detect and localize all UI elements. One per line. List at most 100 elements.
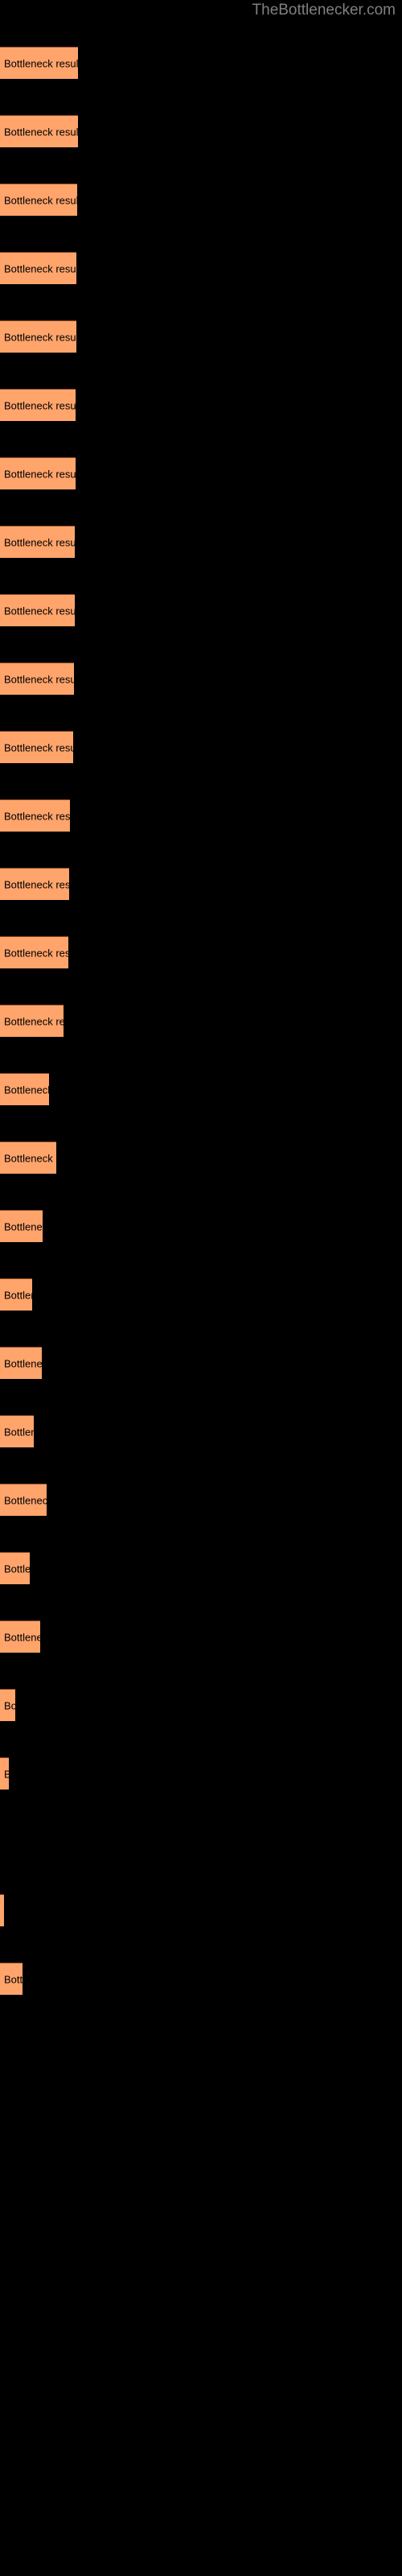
bar-25: Bottleneck result [0, 1689, 15, 1721]
bar-label: Bottleneck result [4, 1631, 40, 1644]
bar-label-clip: Bottleneck result [0, 184, 77, 217]
bar-row: Bottleneck result [0, 1415, 34, 1447]
bar-row: Bottleneck result [0, 936, 68, 968]
bar-label-clip: Bottleneck result [0, 1074, 49, 1106]
bar-row: Bottleneck result [0, 115, 78, 147]
bar-14: Bottleneck result [0, 936, 68, 968]
bar-label-clip: Bottleneck result [0, 253, 76, 285]
bar-3: Bottleneck result [0, 184, 77, 216]
bar-label-clip: Bottleneck result [0, 1279, 32, 1311]
bar-label: Bottleneck result [4, 57, 78, 70]
bar-label-clip: Bottleneck result [0, 1484, 47, 1517]
bar-1: Bottleneck result [0, 47, 78, 79]
bar-label-clip: Bottleneck result [0, 800, 70, 832]
bar-label-clip: Bottleneck result [0, 595, 75, 627]
bar-label: Bottleneck result [4, 1084, 49, 1096]
bar-label: Bottleneck result [4, 399, 76, 412]
bar-label: Bottleneck result [4, 1973, 23, 1986]
bar-10: Bottleneck result [0, 663, 74, 695]
bar-13: Bottleneck result [0, 868, 69, 900]
bar-label-clip: Bottleneck result [0, 1621, 40, 1653]
bar-label: Bottleneck result [4, 331, 76, 344]
bar-label-clip: Bottleneck result [0, 663, 74, 696]
bar-row: Bottleneck result [0, 868, 69, 900]
bar-label: Bottleneck result [4, 1357, 42, 1370]
bar-label-clip: Bottleneck result [0, 458, 76, 490]
bar-20: Bottleneck result [0, 1347, 42, 1379]
bar-16: Bottleneck result [0, 1073, 49, 1105]
bar-label: Bottleneck result [4, 194, 77, 207]
bar-label: Bottleneck result [4, 126, 78, 138]
bar-11: Bottleneck result [0, 731, 73, 763]
bar-28: Bottleneck result [0, 1894, 4, 1926]
bar-label: Bottleneck result [4, 810, 70, 823]
bar-row: Bottleneck result [0, 252, 76, 284]
bar-label: Bottleneck result [4, 1768, 9, 1781]
bottleneck-bar-chart: Bottleneck result Bottleneck result Bottle… [0, 0, 402, 2576]
bar-24: Bottleneck result [0, 1620, 40, 1653]
bar-label-clip: Bottleneck result [0, 1142, 56, 1174]
bar-row: Bottleneck result [0, 526, 75, 558]
bar-row: Bottleneck result [0, 1210, 43, 1242]
bar-row: Bottleneck result [0, 1894, 4, 1926]
bar-label: Bottleneck result [4, 468, 76, 481]
bar-22: Bottleneck result [0, 1484, 47, 1516]
bar-26: Bottleneck result [0, 1757, 9, 1790]
bar-row: Bottleneck result [0, 663, 74, 695]
bar-row: Bottleneck result [0, 47, 78, 79]
bar-label: Bottleneck result [4, 1015, 64, 1028]
bar-label-clip: Bottleneck result [0, 937, 68, 969]
bar-row: Bottleneck result [0, 457, 76, 489]
bar-label-clip: Bottleneck result [0, 869, 69, 901]
bar-12: Bottleneck result [0, 799, 70, 832]
bar-label: Bottleneck result [4, 673, 74, 686]
bar-2: Bottleneck result [0, 115, 78, 147]
bar-label-clip: Bottleneck result [0, 1348, 42, 1380]
bar-label-clip: Bottleneck result [0, 47, 78, 80]
bar-6: Bottleneck result [0, 389, 76, 421]
bar-19: Bottleneck result [0, 1278, 32, 1311]
bar-row: Bottleneck result [0, 1278, 32, 1311]
bar-row: Bottleneck result [0, 594, 75, 626]
bar-row: Bottleneck result [0, 1141, 56, 1174]
bar-17: Bottleneck result [0, 1141, 56, 1174]
bar-row: Bottleneck result [0, 1073, 49, 1105]
bar-23: Bottleneck result [0, 1552, 30, 1584]
bar-label-clip: Bottleneck result [0, 321, 76, 353]
bar-label: Bottleneck result [4, 605, 75, 617]
bar-row: Bottleneck result [0, 1005, 64, 1037]
bar-row: Bottleneck result [0, 320, 76, 353]
bar-label: Bottleneck result [4, 1699, 15, 1712]
bar-4: Bottleneck result [0, 252, 76, 284]
bar-row: Bottleneck result [0, 1620, 40, 1653]
bar-7: Bottleneck result [0, 457, 76, 489]
bar-label: Bottleneck result [4, 947, 68, 960]
bar-label: Bottleneck result [4, 741, 73, 754]
bar-label-clip: Bottleneck result [0, 1895, 4, 1927]
bar-label: Bottleneck result [4, 1220, 43, 1233]
bar-label-clip: Bottleneck result [0, 1416, 34, 1448]
bar-label: Bottleneck result [4, 536, 75, 549]
bar-row: Bottleneck result [0, 389, 76, 421]
bar-label-clip: Bottleneck result [0, 1211, 43, 1243]
bar-label-clip: Bottleneck result [0, 732, 73, 764]
bar-label-clip: Bottleneck result [0, 1690, 15, 1722]
bar-label-clip: Bottleneck result [0, 1005, 64, 1038]
bar-15: Bottleneck result [0, 1005, 64, 1037]
bar-row: Bottleneck result [0, 184, 77, 216]
bar-21: Bottleneck result [0, 1415, 34, 1447]
bar-row: Bottleneck result [0, 1484, 47, 1516]
bar-label-clip: Bottleneck result [0, 1758, 9, 1790]
bar-label-clip: Bottleneck result [0, 1963, 23, 1996]
bar-label: Bottleneck result [4, 1289, 32, 1302]
bar-29: Bottleneck result [0, 1963, 23, 1995]
bar-row: Bottleneck result [0, 1757, 9, 1790]
bar-label: Bottleneck result [4, 1152, 56, 1165]
bar-label-clip: Bottleneck result [0, 116, 78, 148]
bar-row: Bottleneck result [0, 799, 70, 832]
bar-label: Bottleneck result [4, 878, 69, 891]
bar-label: Bottleneck result [4, 1494, 47, 1507]
bar-label-clip: Bottleneck result [0, 526, 75, 559]
bar-row: Bottleneck result [0, 1689, 15, 1721]
bar-9: Bottleneck result [0, 594, 75, 626]
